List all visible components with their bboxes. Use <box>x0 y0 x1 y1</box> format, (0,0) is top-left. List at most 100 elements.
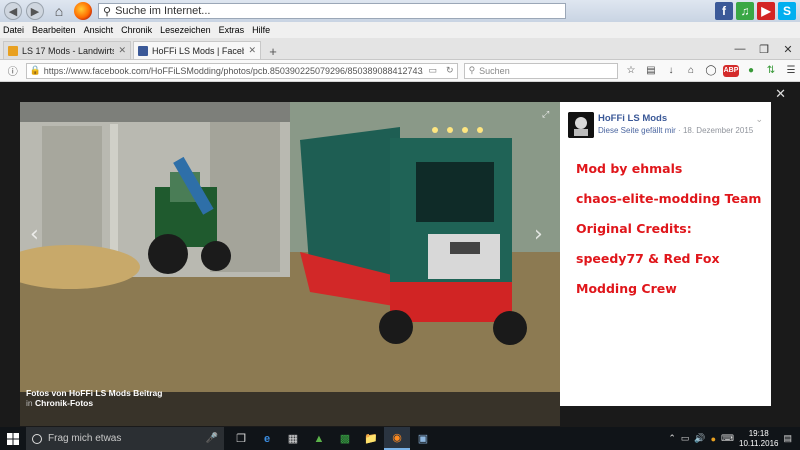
page-avatar[interactable] <box>568 112 594 138</box>
menu-item-chronik[interactable]: Chronik <box>121 25 152 35</box>
start-button[interactable] <box>0 427 26 450</box>
meta-separator: · <box>678 126 681 135</box>
window-controls: — ❐ ✕ <box>728 38 800 60</box>
menu-item-bearbeiten[interactable]: Bearbeiten <box>32 25 76 35</box>
menu-item-datei[interactable]: Datei <box>3 25 24 35</box>
firefox-taskbar-icon[interactable]: ◉ <box>384 427 410 450</box>
back-button[interactable]: ◀ <box>4 2 22 20</box>
windows-logo-icon <box>7 432 19 445</box>
post-line: Original Credits: <box>576 221 692 236</box>
like-page-link[interactable]: Diese Seite gefällt mir <box>598 126 676 135</box>
pocket-icon[interactable]: ◯ <box>702 62 720 80</box>
previous-photo-icon[interactable]: ‹ <box>30 222 39 247</box>
download-icon[interactable]: ↓ <box>662 62 680 80</box>
navigation-bar: ⓘ 🔒 https://www.facebook.com/HoFFiLSModd… <box>0 60 800 82</box>
next-photo-icon[interactable]: › <box>534 222 543 247</box>
lock-icon: 🔒 <box>29 65 41 75</box>
web-search-input[interactable]: ⚲ Suche im Internet... <box>98 3 566 19</box>
search-icon: ⚲ <box>468 65 476 75</box>
close-window-icon[interactable]: ✕ <box>776 38 800 60</box>
tab-ls17-mods[interactable]: LS 17 Mods - Landwirtsch... ✕ <box>3 41 131 59</box>
music-icon[interactable]: ♫ <box>736 2 754 20</box>
home-icon[interactable]: ⌂ <box>682 62 700 80</box>
explorer-icon[interactable]: 📁 <box>358 427 384 450</box>
close-viewer-icon[interactable]: ✕ <box>775 86 786 102</box>
task-view-icon[interactable]: ❐ <box>228 427 254 450</box>
app-taskbar-icon[interactable]: ▣ <box>410 427 436 450</box>
back-arrow-icon: ◀ <box>8 5 18 18</box>
caption-title[interactable]: Fotos von HoFFi LS Mods Beitrag <box>26 388 162 398</box>
game-app-icon[interactable]: ▲ <box>306 427 332 450</box>
ls-mods-favicon-icon <box>8 45 18 56</box>
store-icon[interactable]: ▦ <box>280 427 306 450</box>
home-icon[interactable]: ⌂ <box>50 2 68 20</box>
reload-icon[interactable]: ↻ <box>443 65 457 76</box>
menu-item-hilfe[interactable]: Hilfe <box>252 25 270 35</box>
facebook-icon[interactable]: f <box>715 2 733 20</box>
avatar-icon <box>568 112 594 138</box>
photo-caption: Fotos von HoFFi LS Mods Beitrag in Chron… <box>26 388 162 408</box>
sync-icon[interactable]: ⇅ <box>762 62 780 80</box>
post-date[interactable]: 18. Dezember 2015 <box>683 126 753 135</box>
forward-button[interactable]: ▶ <box>26 2 44 20</box>
edge-icon[interactable]: e <box>254 427 280 450</box>
firefox-logo-icon[interactable] <box>74 2 92 20</box>
truck-scene-image <box>20 102 560 426</box>
notes-app-icon[interactable]: ▩ <box>332 427 358 450</box>
post-line: speedy77 & Red Fox Modding Crew <box>576 251 720 296</box>
top-toolbar: ◀ ▶ ⌂ ⚲ Suche im Internet... f ♫ ▶ S <box>0 0 800 22</box>
options-chevron-icon[interactable]: ⌄ <box>755 114 763 125</box>
search-icon: ⚲ <box>103 5 112 18</box>
forward-arrow-icon: ▶ <box>30 5 40 18</box>
menu-item-ansicht[interactable]: Ansicht <box>84 25 114 35</box>
addon-icon[interactable]: ● <box>742 62 760 80</box>
minimize-icon[interactable]: — <box>728 38 752 60</box>
star-icon[interactable]: ☆ <box>622 62 640 80</box>
nav-toolbar-icons: ☆ ▤ ↓ ⌂ ◯ ABP ● ⇅ ☰ <box>622 62 800 80</box>
tab-facebook[interactable]: HoFFi LS Mods | Facebook ✕ <box>133 41 261 59</box>
post-info-panel: HoFFi LS Mods Diese Seite gefällt mir · … <box>560 102 771 406</box>
system-tray: ⌃ ▭ 🔊 ● ⌨ 19:18 10.11.2016 ▤ <box>668 429 800 449</box>
microphone-icon[interactable]: 🎤 <box>206 433 218 444</box>
reading-list-icon[interactable]: ▤ <box>642 62 660 80</box>
reader-view-icon[interactable]: ▭ <box>426 65 441 76</box>
caption-album-link[interactable]: Chronik-Fotos <box>35 398 93 408</box>
facebook-favicon-icon <box>138 45 148 56</box>
clock-date: 10.11.2016 <box>739 438 779 448</box>
url-bar[interactable]: 🔒 https://www.facebook.com/HoFFiLSModdin… <box>25 62 458 79</box>
notifications-icon[interactable]: ▤ <box>783 433 792 444</box>
windows-taskbar: Frag mich etwas 🎤 ❐ e ▦ ▲ ▩ 📁 ◉ ▣ ⌃ ▭ 🔊 … <box>0 427 800 450</box>
post-line: chaos-elite-modding Team <box>576 191 762 206</box>
restore-icon[interactable]: ❐ <box>752 38 776 60</box>
social-shortcuts: f ♫ ▶ S <box>715 2 796 20</box>
page-name-link[interactable]: HoFFi LS Mods <box>598 113 667 124</box>
clock-time: 19:18 <box>748 428 769 438</box>
keyboard-icon[interactable]: ⌨ <box>721 433 734 444</box>
truck-photo[interactable] <box>20 102 560 426</box>
network-icon[interactable]: ▭ <box>681 433 690 444</box>
new-tab-button[interactable]: + <box>265 43 281 59</box>
adblock-icon[interactable]: ABP <box>722 62 740 80</box>
menu-item-extras[interactable]: Extras <box>219 25 245 35</box>
close-tab-icon[interactable]: ✕ <box>248 45 256 56</box>
web-search-placeholder: Suche im Internet... <box>115 5 211 17</box>
taskbar-apps: ❐ e ▦ ▲ ▩ 📁 ◉ ▣ <box>228 427 436 450</box>
menu-bar: Datei Bearbeiten Ansicht Chronik Lesezei… <box>0 22 800 38</box>
close-tab-icon[interactable]: ✕ <box>118 45 126 56</box>
volume-icon[interactable]: 🔊 <box>694 433 705 444</box>
caption-in: in <box>26 398 33 408</box>
post-meta: Diese Seite gefällt mir · 18. Dezember 2… <box>598 126 753 135</box>
cortana-search-box[interactable]: Frag mich etwas 🎤 <box>26 427 224 450</box>
power-icon[interactable]: ● <box>711 434 716 444</box>
info-icon[interactable]: ⓘ <box>4 62 22 80</box>
skype-icon[interactable]: S <box>778 2 796 20</box>
menu-item-lesezeichen[interactable]: Lesezeichen <box>160 25 211 35</box>
chevron-up-icon[interactable]: ⌃ <box>668 433 676 444</box>
nav-search-input[interactable]: ⚲ Suchen <box>463 62 618 79</box>
cortana-placeholder: Frag mich etwas <box>48 433 122 444</box>
tab-title: HoFFi LS Mods | Facebook <box>152 45 245 56</box>
clock[interactable]: 19:18 10.11.2016 <box>739 429 778 449</box>
menu-icon[interactable]: ☰ <box>782 62 800 80</box>
fullscreen-icon[interactable]: ⤢ <box>542 109 549 120</box>
youtube-icon[interactable]: ▶ <box>757 2 775 20</box>
